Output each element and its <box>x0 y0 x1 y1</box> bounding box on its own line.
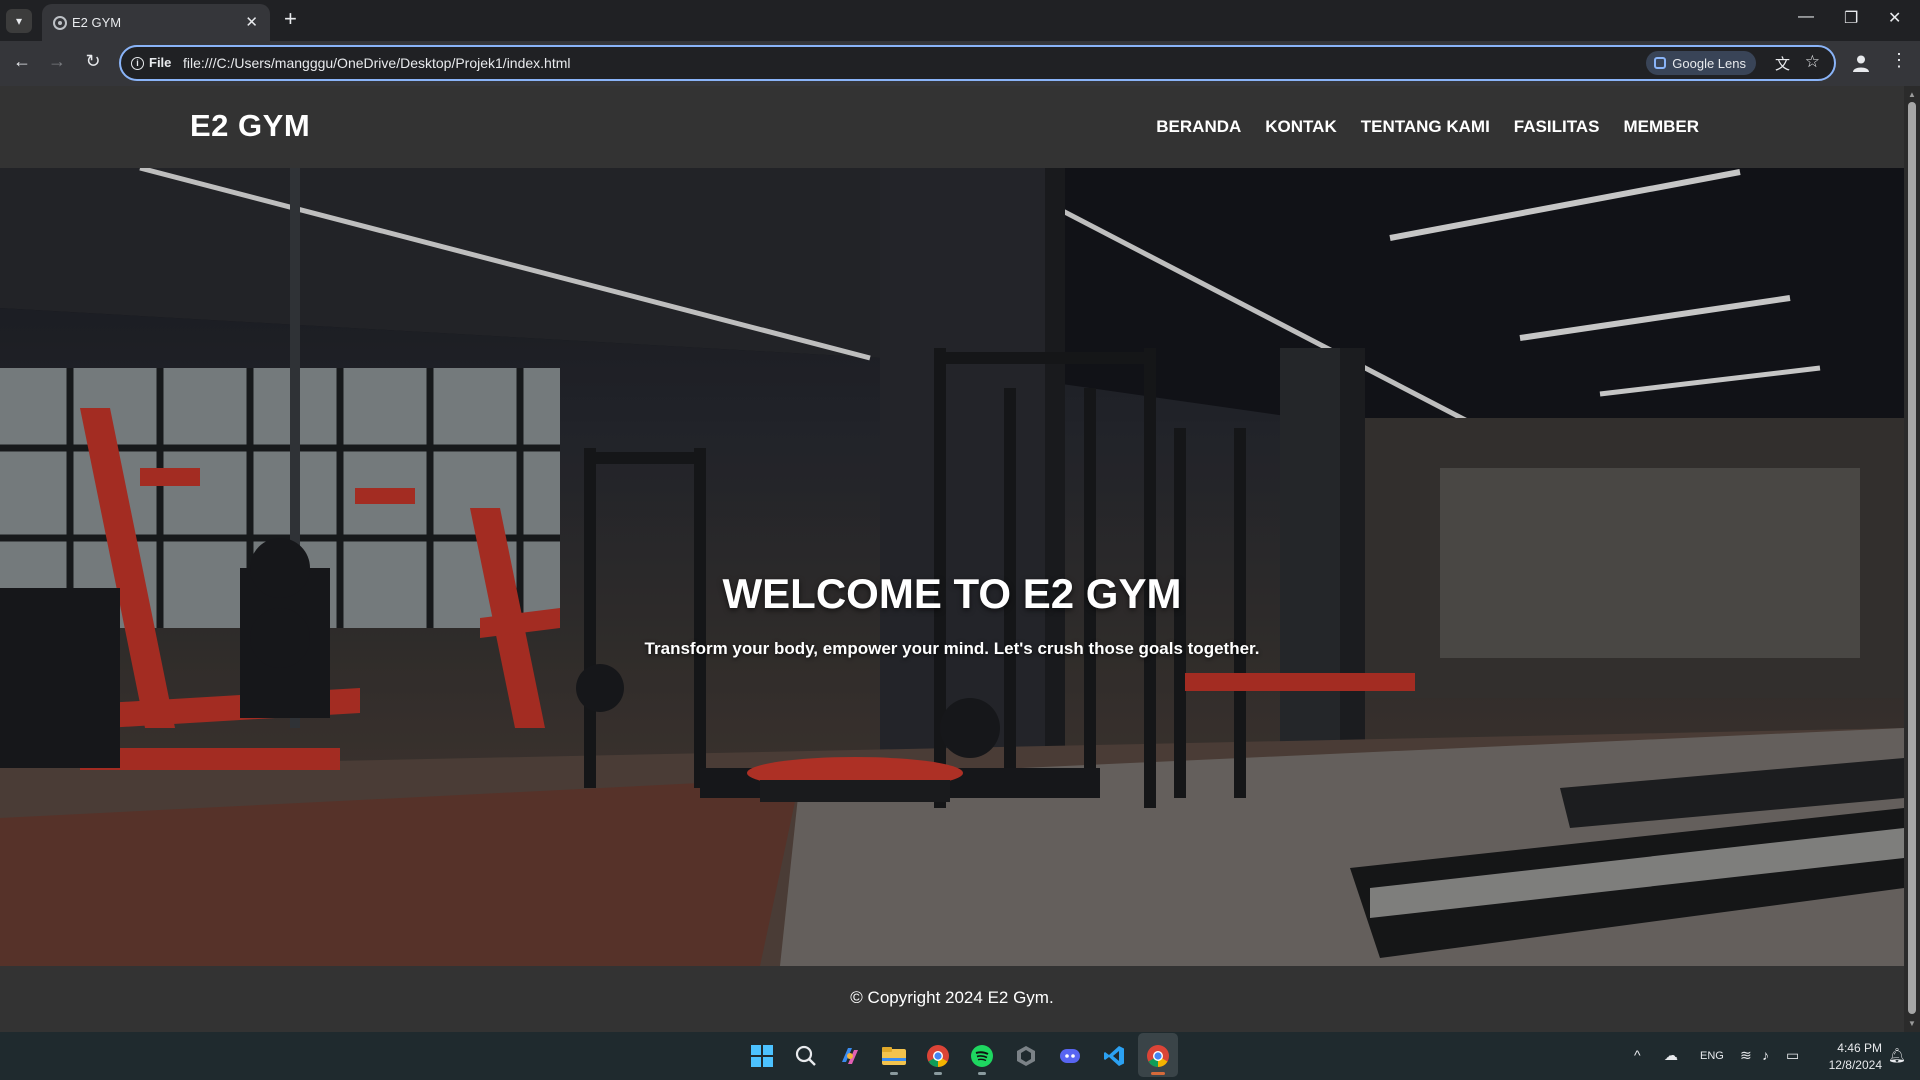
profile-icon[interactable] <box>1851 53 1871 73</box>
chrome-active-icon[interactable] <box>1144 1042 1172 1075</box>
running-indicator <box>978 1072 986 1075</box>
github-desktop-icon[interactable] <box>1012 1042 1040 1070</box>
spotify-icon[interactable] <box>968 1042 996 1075</box>
gym-interior-background <box>0 168 1904 966</box>
kebab-menu-icon[interactable]: ⋮ <box>1890 50 1908 71</box>
browser-tab-strip: ▾ E2 GYM ✕ + — ❐ ✕ <box>0 0 1920 41</box>
battery-icon[interactable]: ▭ <box>1786 1047 1799 1064</box>
chrome-icon[interactable] <box>924 1042 952 1075</box>
onedrive-cloud-icon[interactable]: ☁ <box>1664 1047 1678 1064</box>
chevron-up-icon[interactable]: ^ <box>1634 1047 1641 1063</box>
translate-icon[interactable]: 文 <box>1775 53 1790 74</box>
volume-icon[interactable]: ♪ <box>1762 1047 1769 1063</box>
clock-time: 4:46 PM <box>1837 1041 1882 1055</box>
nav-link-fasilitas[interactable]: FASILITAS <box>1514 117 1600 137</box>
tab-search-button[interactable]: ▾ <box>6 9 32 33</box>
browser-toolbar: ← → ↻ i File file:///C:/Users/mangggu/On… <box>0 41 1920 86</box>
forward-icon[interactable]: → <box>45 51 69 72</box>
scroll-down-icon[interactable]: ▼ <box>1908 1019 1916 1028</box>
url-text[interactable]: file:///C:/Users/mangggu/OneDrive/Deskto… <box>183 55 571 71</box>
running-indicator <box>934 1072 942 1075</box>
site-header: E2 GYM BERANDA KONTAK TENTANG KAMI FASIL… <box>0 86 1904 168</box>
discord-icon[interactable] <box>1056 1042 1084 1070</box>
site-footer: © Copyright 2024 E2 Gym. <box>0 966 1904 1032</box>
taskbar: ^ ☁ ENG ≋ ♪ ▭ 4:46 PM 12/8/2024 🔔︎ <box>0 1032 1920 1080</box>
vscode-icon[interactable] <box>1100 1042 1128 1070</box>
hero-section: WELCOME TO E2 GYM Transform your body, e… <box>0 168 1904 966</box>
browser-tab[interactable]: E2 GYM ✕ <box>42 4 270 41</box>
file-chip[interactable]: File <box>149 55 171 70</box>
nav-link-kontak[interactable]: KONTAK <box>1265 117 1336 137</box>
hero-subtitle: Transform your body, empower your mind. … <box>644 639 1260 658</box>
address-bar[interactable]: i File file:///C:/Users/mangggu/OneDrive… <box>119 45 1836 81</box>
globe-icon <box>53 16 67 30</box>
running-indicator <box>890 1072 898 1075</box>
google-lens-label: Google Lens <box>1672 55 1746 71</box>
clock-date: 12/8/2024 <box>1828 1058 1882 1072</box>
bookmark-star-icon[interactable]: ☆ <box>1805 52 1820 72</box>
language-indicator[interactable]: ENG <box>1700 1050 1724 1062</box>
site-nav: BERANDA KONTAK TENTANG KAMI FASILITAS ME… <box>1156 117 1699 137</box>
back-icon[interactable]: ← <box>10 51 34 72</box>
notification-bell-icon[interactable]: 🔔︎ <box>1888 1047 1906 1064</box>
page-scrollbar[interactable]: ▲ ▼ <box>1904 86 1920 1032</box>
search-icon[interactable] <box>792 1042 820 1070</box>
page-viewport: E2 GYM BERANDA KONTAK TENTANG KAMI FASIL… <box>0 86 1904 1032</box>
windows-start-icon[interactable] <box>748 1042 776 1070</box>
restore-icon[interactable]: ❐ <box>1844 8 1858 28</box>
clock[interactable]: 4:46 PM 12/8/2024 <box>1820 1040 1882 1074</box>
info-icon[interactable]: i <box>131 57 144 70</box>
site-logo[interactable]: E2 GYM <box>190 108 310 144</box>
scroll-up-icon[interactable]: ▲ <box>1908 90 1916 99</box>
hero-title: WELCOME TO E2 GYM <box>722 570 1182 617</box>
minimize-icon[interactable]: — <box>1798 8 1814 26</box>
nav-link-member[interactable]: MEMBER <box>1623 117 1699 137</box>
scroll-thumb[interactable] <box>1908 102 1916 1014</box>
close-tab-icon[interactable]: ✕ <box>245 13 258 31</box>
file-explorer-icon[interactable] <box>880 1042 908 1075</box>
new-tab-button[interactable]: + <box>284 6 297 32</box>
close-window-icon[interactable]: ✕ <box>1888 8 1901 28</box>
reload-icon[interactable]: ↻ <box>81 51 105 72</box>
wifi-icon[interactable]: ≋ <box>1740 1047 1752 1064</box>
running-indicator <box>1151 1072 1165 1075</box>
copilot-icon[interactable] <box>836 1042 864 1070</box>
google-lens-button[interactable]: Google Lens <box>1646 51 1756 75</box>
nav-link-beranda[interactable]: BERANDA <box>1156 117 1241 137</box>
lens-icon <box>1654 57 1667 69</box>
nav-link-tentang-kami[interactable]: TENTANG KAMI <box>1361 117 1490 137</box>
tab-title: E2 GYM <box>72 15 122 30</box>
copyright-text: © Copyright 2024 E2 Gym. <box>850 988 1054 1007</box>
